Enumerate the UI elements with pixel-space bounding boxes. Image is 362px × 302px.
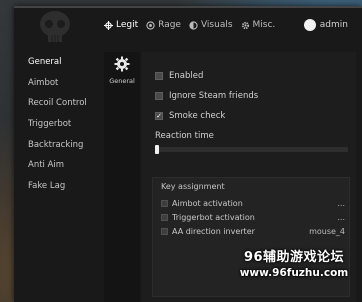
avatar <box>303 19 316 31</box>
top-bar: Legit Rage Visuals Misc. admin <box>14 8 362 46</box>
aa-direction-inverter-label: AA direction inverter <box>172 227 255 236</box>
tab-legit[interactable]: Legit <box>104 20 138 30</box>
triggerbot-activation-label: Triggerbot activation <box>172 213 255 222</box>
sidebar-item-fake-lag[interactable]: Fake Lag <box>14 176 100 197</box>
smoke-check-checkbox[interactable]: ✓ <box>155 112 163 120</box>
sidebar-item-general[interactable]: General <box>14 52 100 73</box>
ignore-steam-friends-row[interactable]: Ignore Steam friends <box>155 91 258 101</box>
tab-legit-label: Legit <box>116 20 139 30</box>
sub-navigation: General <box>104 52 140 302</box>
key-row-triggerbot-activation[interactable]: Triggerbot activation ... <box>161 213 347 222</box>
key-assignment-title: Key assignment <box>161 182 225 191</box>
tab-misc-label: Misc. <box>252 20 276 30</box>
tab-rage-label: Rage <box>158 20 181 30</box>
enabled-checkbox[interactable] <box>155 72 163 80</box>
tab-misc[interactable]: Misc. <box>241 20 276 30</box>
key-row-aimbot-activation[interactable]: Aimbot activation ... <box>161 199 347 208</box>
main-tabs: Legit Rage Visuals Misc. <box>104 20 275 30</box>
ignore-steam-friends-checkbox[interactable] <box>155 92 163 100</box>
gear-icon <box>241 21 249 29</box>
half-circle-icon <box>189 20 198 30</box>
key-row-aa-direction-inverter[interactable]: AA direction inverter mouse_4 <box>161 227 347 236</box>
key-assignment-group: Key assignment Aimbot activation ... Tri… <box>152 177 350 297</box>
tab-visuals-label: Visuals <box>200 20 233 30</box>
tab-rage[interactable]: Rage <box>146 20 181 30</box>
watermark-url: www.96fuzhu.com <box>239 267 349 279</box>
sidebar-item-recoil-control[interactable]: Recoil Control <box>14 93 100 114</box>
sidebar-item-anti-aim[interactable]: Anti Aim <box>14 155 100 176</box>
reaction-time-label: Reaction time <box>155 131 214 141</box>
triggerbot-activation-checkbox[interactable] <box>161 214 168 221</box>
aimbot-activation-label: Aimbot activation <box>172 199 243 208</box>
watermark-title: 96辅助游戏论坛 <box>243 250 345 265</box>
reaction-time-slider-handle[interactable] <box>155 145 159 154</box>
sidebar-item-backtracking[interactable]: Backtracking <box>14 135 100 156</box>
subnav-general-label: General <box>109 77 135 85</box>
crosshair-icon <box>104 20 113 30</box>
triggerbot-activation-key[interactable]: ... <box>337 213 345 222</box>
subnav-general[interactable]: General <box>104 52 140 85</box>
sidebar: General Aimbot Recoil Control Triggerbot… <box>14 52 100 302</box>
tab-visuals[interactable]: Visuals <box>189 20 233 30</box>
enabled-row[interactable]: Enabled <box>155 71 203 81</box>
target-icon <box>146 20 155 30</box>
smoke-check-row[interactable]: ✓ Smoke check <box>155 111 225 121</box>
sidebar-item-aimbot[interactable]: Aimbot <box>14 73 100 94</box>
ignore-steam-friends-label: Ignore Steam friends <box>169 91 259 101</box>
smoke-check-label: Smoke check <box>169 111 226 121</box>
username: admin <box>319 20 348 30</box>
enabled-label: Enabled <box>169 71 204 81</box>
aimbot-activation-checkbox[interactable] <box>161 200 168 207</box>
aa-direction-inverter-checkbox[interactable] <box>161 228 168 235</box>
sidebar-item-triggerbot[interactable]: Triggerbot <box>14 114 100 135</box>
aimbot-activation-key[interactable]: ... <box>337 199 345 208</box>
aa-direction-inverter-key[interactable]: mouse_4 <box>309 227 345 236</box>
gear-icon <box>114 56 130 72</box>
user-profile[interactable]: admin <box>303 19 348 31</box>
site-watermark: 96辅助游戏论坛 www.96fuzhu.com <box>226 246 362 279</box>
reaction-time-slider[interactable] <box>155 145 348 154</box>
